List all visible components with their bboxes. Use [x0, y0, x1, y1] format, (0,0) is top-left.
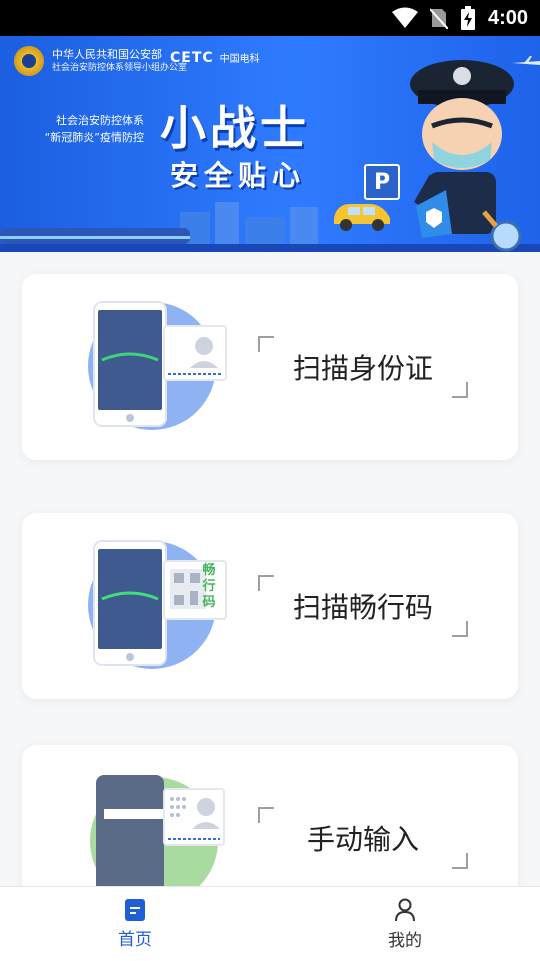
cetc-name: 中国电科: [219, 54, 260, 65]
battery-charging-icon: [460, 6, 475, 30]
user-icon: [395, 898, 415, 921]
scan-id-card-label: 扫描身份证: [292, 352, 433, 385]
manual-input-label: 手动输入: [306, 823, 419, 856]
org-office: 社会治安防控体系领导小组办公室: [52, 63, 188, 73]
org-header: 中华人民共和国公安部 社会治安防控体系领导小组办公室: [14, 46, 187, 76]
police-mascot-illustration: [410, 60, 522, 252]
bottom-tab-bar: 首页 我的: [0, 886, 540, 961]
bracket-bottom-right: [452, 382, 468, 398]
scan-travel-code-button[interactable]: 畅行码 扫描畅行码: [22, 513, 518, 699]
banner-slogan: 社会治安防控体系 “新冠肺炎”疫情防控: [40, 112, 144, 146]
cetc-logo: CETC: [170, 50, 214, 66]
wifi-icon: [391, 7, 418, 28]
tab-home-label: 首页: [118, 929, 152, 950]
tab-mine[interactable]: 我的: [270, 887, 540, 961]
banner: 中华人民共和国公安部 社会治安防控体系领导小组办公室 CETC 中国电科 社会治…: [0, 36, 540, 252]
bracket-bottom-right: [452, 621, 468, 637]
status-time: 4:00: [487, 6, 528, 29]
banner-title: 小战士: [160, 101, 310, 155]
scan-id-card-button[interactable]: 扫描身份证: [22, 274, 518, 460]
home-doc-icon: [125, 898, 145, 921]
banner-subtitle: 安全贴心: [170, 159, 307, 192]
tab-mine-label: 我的: [388, 930, 422, 951]
org-name: 中华人民共和国公安部: [52, 48, 162, 61]
tab-home[interactable]: 首页: [0, 887, 270, 961]
cetc-brand: CETC 中国电科: [170, 50, 260, 66]
scan-travel-code-label: 扫描畅行码: [292, 591, 433, 624]
status-icons: 4:00: [391, 0, 528, 36]
no-sim-icon: [429, 8, 448, 29]
status-bar: 4:00: [0, 0, 540, 36]
slogan-line-1: 社会治安防控体系: [56, 114, 144, 127]
police-emblem-icon: [14, 46, 44, 76]
parking-sign-letter: P: [373, 169, 391, 195]
travel-code-badge: 畅行码: [202, 563, 216, 610]
slogan-line-2: “新冠肺炎”疫情防控: [44, 131, 144, 144]
id-card-scan-icon: [88, 301, 227, 430]
bracket-bottom-right: [452, 853, 468, 869]
plane-illustration: [512, 56, 540, 65]
taxi-illustration: [334, 204, 390, 231]
